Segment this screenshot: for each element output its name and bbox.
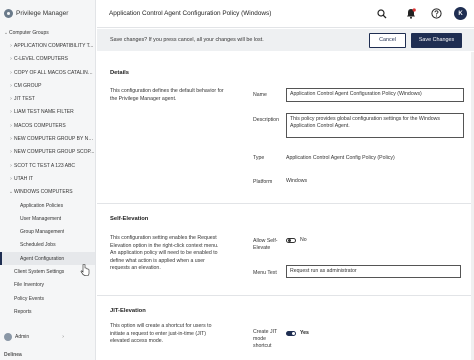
self-elevation-section-title: Self-Elevation	[110, 216, 149, 222]
sidebar-item[interactable]: › C-LEVEL COMPUTERS	[0, 53, 95, 66]
platform-label: Platform	[253, 179, 273, 185]
save-changes-button[interactable]: Save Changes	[411, 32, 462, 48]
mouse-cursor-icon	[80, 264, 90, 276]
menu-text-label: Menu Text	[253, 270, 277, 276]
sidebar-item-label: Reports	[14, 308, 32, 315]
toggle-knob	[287, 239, 291, 242]
sidebar-item-label: APPLICATION COMPATIBILITY T...	[14, 42, 94, 49]
sidebar-item[interactable]: › LIAM TEST NAME FILTER	[0, 106, 95, 119]
sidebar-item-label: WINDOWS COMPUTERS	[14, 189, 73, 196]
save-changes-message: Save changes? If you press cancel, all y…	[110, 37, 264, 43]
details-section-title: Details	[110, 70, 130, 76]
sidebar-item[interactable]: User Management	[0, 212, 95, 225]
self-elevation-description: This configuration setting enables the R…	[110, 235, 219, 272]
sidebar-item-label: Application Policies	[20, 202, 64, 209]
chevron-right-icon: ›	[62, 334, 64, 340]
description-label: Description	[253, 117, 279, 123]
name-field[interactable]: Application Control Agent Configuration …	[286, 88, 464, 102]
sidebar-item-label: NEW COMPUTER GROUP BY NA...	[13, 136, 95, 143]
sidebar-item-label: MACOS COMPUTERS	[14, 122, 66, 129]
sidebar-item-label: NEW COMPUTER GROUP SCOP...	[14, 149, 95, 156]
sidebar: Privilege Manager ⌄ Computer Groups › APPLI…	[0, 0, 96, 360]
sidebar-item-label: JIT TEST	[14, 96, 35, 103]
bell-icon[interactable]	[404, 7, 418, 21]
sidebar-item[interactable]: › COPY OF ALL MACOS CATALINA...	[0, 66, 95, 79]
description-field[interactable]: This policy provides global configuratio…	[286, 113, 464, 138]
type-value: Application Control Agent Config Policy …	[286, 155, 395, 161]
sidebar-item[interactable]: › NEW COMPUTER GROUP SCOP...	[0, 146, 95, 159]
section-divider	[97, 203, 474, 204]
cancel-button[interactable]: Cancel	[369, 32, 406, 48]
platform-value: Windows	[286, 178, 308, 184]
user-icon	[4, 333, 12, 341]
jit-elevation-section-title: JIT-Elevation	[110, 308, 146, 314]
sidebar-item-label: C-LEVEL COMPUTERS	[14, 56, 68, 63]
search-icon[interactable]	[375, 7, 389, 21]
sidebar-item[interactable]: › CM GROUP	[0, 79, 95, 92]
toggle-knob	[291, 332, 295, 335]
sidebar-item[interactable]: › UTAH IT	[0, 172, 95, 185]
sidebar-item[interactable]: › NEW COMPUTER GROUP BY NA...	[0, 132, 95, 145]
sidebar-item[interactable]: › APPLICATION COMPATIBILITY T...	[0, 39, 95, 52]
brand[interactable]: Privilege Manager	[0, 0, 95, 26]
menu-text-field[interactable]: Request run as administrator	[286, 265, 461, 278]
page-title: Application Control Agent Configuration …	[109, 10, 272, 17]
avatar[interactable]: K	[454, 7, 467, 20]
save-changes-bar: Save changes? If you press cancel, all y…	[97, 29, 474, 51]
allow-self-elevate-value: No	[300, 237, 307, 243]
admin-menu[interactable]: Admin ›	[0, 330, 95, 344]
sidebar-item[interactable]: Group Management	[0, 225, 95, 238]
admin-label: Admin	[15, 334, 30, 340]
section-divider	[97, 295, 474, 296]
sidebar-item-label: Computer Groups	[9, 29, 49, 36]
top-bar: Application Control Agent Configuration …	[97, 0, 474, 28]
sidebar-item-label: Agent Configuration	[20, 255, 65, 262]
sidebar-item-label: CM GROUP	[14, 82, 42, 89]
type-label: Type	[253, 155, 265, 161]
sidebar-item-label: Client System Settings	[14, 268, 65, 275]
create-jit-shortcut-toggle[interactable]	[286, 331, 296, 336]
privilege-manager-logo-icon	[4, 8, 13, 18]
sidebar-item[interactable]: › SCOT TC TEST A 123 ABC	[0, 159, 95, 172]
help-icon[interactable]	[429, 7, 443, 21]
allow-self-elevate-toggle[interactable]	[286, 238, 296, 243]
sidebar-item-label: File Inventory	[14, 282, 45, 289]
sidebar-item[interactable]: › JIT TEST	[0, 92, 95, 105]
details-description: This configuration defines the default b…	[110, 88, 224, 102]
sidebar-item[interactable]: › MACOS COMPUTERS	[0, 119, 95, 132]
create-jit-shortcut-value: Yes	[300, 330, 309, 336]
sidebar-item[interactable]: ⌄ WINDOWS COMPUTERS	[0, 186, 95, 199]
sidebar-item-label: UTAH IT	[14, 175, 34, 182]
footer-brand: Delinea	[4, 352, 22, 358]
create-jit-shortcut-label: Create JIT mode shortcut	[253, 329, 278, 349]
jit-elevation-description: This option will create a shortcut for u…	[110, 323, 212, 345]
main-content: Details This configuration defines the d…	[97, 52, 474, 360]
sidebar-item-label: SCOT TC TEST A 123 ABC	[14, 162, 76, 169]
sidebar-item-label: COPY OF ALL MACOS CATALINA...	[13, 69, 95, 76]
sidebar-item-label: Scheduled Jobs	[20, 242, 56, 249]
sidebar-item[interactable]: ⌄ Computer Groups	[0, 26, 95, 39]
sidebar-item[interactable]: Scheduled Jobs	[0, 239, 95, 252]
app-name: Privilege Manager	[16, 9, 69, 17]
name-label: Name	[253, 92, 267, 98]
sidebar-item[interactable]: Application Policies	[0, 199, 95, 212]
sidebar-item[interactable]: Reports	[0, 305, 95, 318]
sidebar-item-label: Group Management	[20, 229, 65, 236]
sidebar-item-label: User Management	[20, 215, 62, 222]
sidebar-item[interactable]: Policy Events	[0, 292, 95, 305]
sidebar-item-label: LIAM TEST NAME FILTER	[14, 109, 74, 116]
sidebar-item-label: Policy Events	[14, 295, 45, 302]
sidebar-item[interactable]: File Inventory	[0, 279, 95, 292]
allow-self-elevate-label: Allow Self-Elevate	[253, 238, 278, 251]
